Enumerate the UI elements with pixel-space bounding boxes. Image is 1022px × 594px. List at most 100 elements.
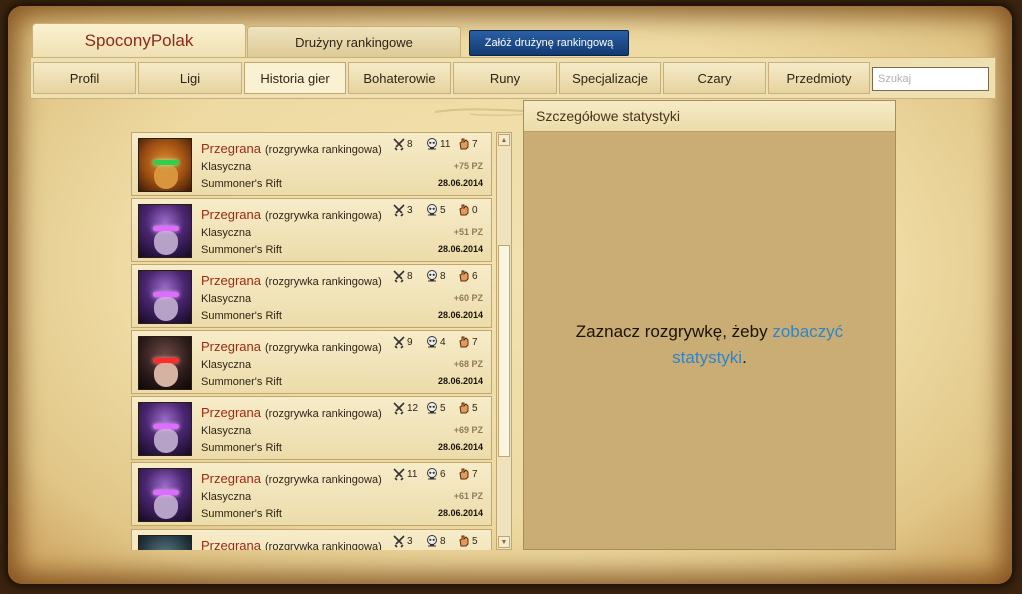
game-entry[interactable]: Przegrana (rozgrywka rankingowa) 8 8 6 K… (131, 264, 492, 328)
assists-value: 7 (472, 336, 478, 348)
assists-stat: 0 (457, 203, 478, 217)
assists-stat: 6 (457, 269, 478, 283)
deaths-stat: 5 (425, 401, 446, 415)
dark-teal-champion-icon (138, 535, 192, 550)
league-points: +51 PZ (453, 227, 483, 237)
kills-value: 11 (407, 468, 418, 480)
kills-value: 9 (407, 336, 413, 348)
ranked-teams-tab[interactable]: Drużyny rankingowe (247, 26, 461, 58)
queue-type: Klasyczna (201, 491, 252, 503)
assists-stat: 7 (457, 335, 478, 349)
league-points: +75 PZ (453, 161, 483, 171)
tab-profil[interactable]: Profil (33, 62, 136, 94)
hand-icon (459, 138, 469, 150)
assists-value: 5 (472, 402, 478, 414)
queue-type: Klasyczna (201, 227, 252, 239)
assists-stat: 7 (457, 137, 478, 151)
map-name: Summoner's Rift (201, 178, 282, 190)
league-points: +61 PZ (453, 491, 483, 501)
game-entry[interactable]: Przegrana (rozgrywka rankingowa) 3 5 0 K… (131, 198, 492, 262)
game-result: Przegrana (201, 207, 261, 222)
hand-icon (459, 336, 469, 348)
deaths-stat: 6 (425, 467, 446, 481)
assists-stat: 5 (457, 534, 478, 548)
assists-value: 7 (472, 468, 478, 480)
map-name: Summoner's Rift (201, 442, 282, 454)
tab-historia-gier[interactable]: Historia gier (244, 62, 346, 94)
map-name: Summoner's Rift (201, 310, 282, 322)
league-points: +69 PZ (453, 425, 483, 435)
game-entry[interactable]: Przegrana (rozgrywka rankingowa) 9 4 7 K… (131, 330, 492, 394)
deaths-stat: 8 (425, 534, 446, 548)
kills-value: 12 (407, 402, 419, 414)
game-mode: (rozgrywka rankingowa) (265, 541, 382, 550)
tab-czary[interactable]: Czary (663, 62, 766, 94)
game-result: Przegrana (201, 405, 261, 420)
purple-masked-champion-icon (138, 270, 192, 324)
deaths-value: 11 (440, 138, 451, 150)
purple-masked-champion-icon (138, 204, 192, 258)
league-points: +68 PZ (453, 359, 483, 369)
create-ranked-team-button[interactable]: Załóż drużynę rankingową (469, 30, 629, 56)
kills-stat: 8 (392, 269, 413, 283)
game-entry[interactable]: Przegrana (rozgrywka rankingowa) 3 8 5 (131, 529, 492, 550)
map-name: Summoner's Rift (201, 244, 282, 256)
skull-icon (427, 204, 437, 216)
queue-type: Klasyczna (201, 161, 252, 173)
tab-ligi[interactable]: Ligi (138, 62, 242, 94)
queue-type: Klasyczna (201, 359, 252, 371)
game-date: 28.06.2014 (437, 178, 483, 188)
game-entry[interactable]: Przegrana (rozgrywka rankingowa) 11 6 7 … (131, 462, 492, 526)
kills-stat: 11 (392, 467, 417, 481)
search-input[interactable] (872, 67, 989, 91)
assists-value: 0 (472, 204, 478, 216)
deaths-stat: 4 (425, 335, 446, 349)
game-list-scrollbar[interactable]: ▲ ▼ (496, 132, 512, 550)
purple-masked-champion-icon (138, 402, 192, 456)
kills-stat: 3 (392, 534, 413, 548)
detailed-stats-header: Szczegółowe statystyki (524, 101, 895, 132)
scroll-down-arrow-icon[interactable]: ▼ (498, 536, 510, 548)
kills-stat: 12 (392, 401, 418, 415)
game-entry[interactable]: Przegrana (rozgrywka rankingowa) 8 11 7 … (131, 132, 492, 196)
detailed-stats-panel: Szczegółowe statystyki Zaznacz rozgrywkę… (523, 100, 896, 550)
summoner-name-tab[interactable]: SpoconyPolak (32, 23, 246, 58)
game-date: 28.06.2014 (437, 310, 483, 320)
tab-bohaterowie[interactable]: Bohaterowie (348, 62, 451, 94)
deaths-stat: 5 (425, 203, 446, 217)
skull-icon (427, 402, 437, 414)
game-result: Przegrana (201, 538, 261, 550)
map-name: Summoner's Rift (201, 508, 282, 520)
sword-icon (393, 468, 405, 481)
game-mode: (rozgrywka rankingowa) (265, 276, 382, 288)
assists-value: 6 (472, 270, 478, 282)
assists-stat: 7 (457, 467, 478, 481)
queue-type: Klasyczna (201, 425, 252, 437)
queue-type: Klasyczna (201, 293, 252, 305)
deaths-value: 6 (440, 468, 446, 480)
tab-runy[interactable]: Runy (453, 62, 557, 94)
scrollbar-thumb[interactable] (498, 245, 510, 457)
tab-specjalizacje[interactable]: Specjalizacje (559, 62, 661, 94)
game-history-list[interactable]: Przegrana (rozgrywka rankingowa) 8 11 7 … (131, 132, 513, 550)
tab-przedmioty[interactable]: Przedmioty (768, 62, 870, 94)
game-mode: (rozgrywka rankingowa) (265, 210, 382, 222)
red-goggles-champion-icon (138, 336, 192, 390)
kills-stat: 9 (392, 335, 413, 349)
assists-value: 5 (472, 535, 478, 547)
kills-stat: 3 (392, 203, 413, 217)
game-entry[interactable]: Przegrana (rozgrywka rankingowa) 12 5 5 … (131, 396, 492, 460)
kills-value: 8 (407, 270, 413, 282)
scroll-up-arrow-icon[interactable]: ▲ (498, 134, 510, 146)
select-game-message: Zaznacz rozgrywkę, żeby zobaczyć statyst… (554, 319, 865, 371)
sword-icon (393, 270, 405, 283)
game-date: 28.06.2014 (437, 442, 483, 452)
sword-icon (393, 336, 405, 349)
game-mode: (rozgrywka rankingowa) (265, 408, 382, 420)
skull-icon (427, 336, 437, 348)
kills-value: 3 (407, 204, 413, 216)
game-date: 28.06.2014 (437, 376, 483, 386)
skull-icon (427, 535, 437, 547)
game-mode: (rozgrywka rankingowa) (265, 342, 382, 354)
deaths-value: 4 (440, 336, 446, 348)
